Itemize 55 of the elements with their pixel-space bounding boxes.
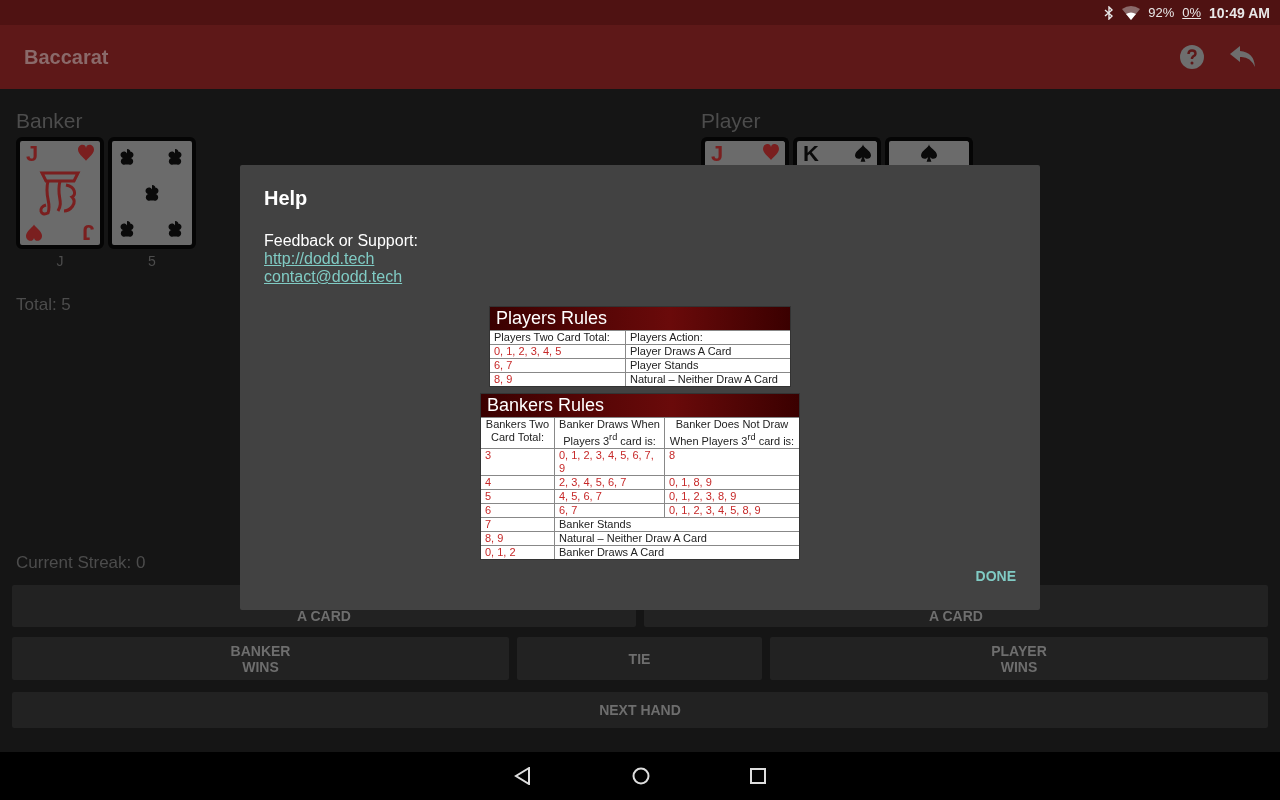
home-icon[interactable] — [632, 767, 650, 785]
table-header-cell: Banker Does Not Draw When Players 3$^{rd}$ card is: — [664, 418, 799, 448]
table-header-cell-text: Players Two Card Total: — [493, 331, 611, 344]
table-header-cell: Banker Draws When Players 3$^{rd}$ card is: — [554, 418, 664, 448]
card-rank: J — [81, 221, 94, 243]
app-title: Baccarat — [24, 45, 110, 69]
wifi-icon — [1122, 5, 1141, 20]
table-cell-text: 0, 1, 2, 3, 4, 5 — [493, 345, 563, 358]
table-cell: Banker Draws A Card — [554, 545, 799, 559]
table-cell-text: 3 — [484, 448, 493, 463]
table-cell: 0, 1, 2, 3, 8, 9 — [664, 489, 799, 503]
table-cell-text: 6 — [484, 503, 493, 517]
table-cell-text: 4 — [484, 475, 493, 489]
table-cell-text: 7 — [484, 517, 493, 531]
table-cell: 8 — [664, 448, 799, 475]
battery-percent: 92% — [1148, 5, 1175, 20]
back-icon[interactable] — [514, 767, 532, 785]
table-header-cell-text: Bankers Two Card Total: — [484, 418, 551, 445]
table-cell-text: 5 — [484, 489, 493, 503]
table-cell: Natural – Neither Draw A Card — [554, 531, 799, 545]
table-header-cell: Players Action: — [625, 331, 790, 344]
table-cell: 0, 1, 8, 9 — [664, 475, 799, 489]
card-rank: J — [26, 143, 39, 165]
contact-link[interactable]: contact@dodd.tech — [264, 268, 403, 286]
bluetooth-icon — [1104, 5, 1115, 20]
data-usage: 0% — [1182, 5, 1202, 20]
table-cell: 0, 1, 2, 3, 4, 5, 6, 7, 9 — [554, 448, 664, 475]
table-cell: 0, 1, 2, 3, 4, 5, 8, 9 — [664, 503, 799, 517]
contact-link[interactable]: http://dodd.tech — [264, 250, 375, 268]
result-button[interactable]: BANKER WINS — [12, 637, 509, 680]
next-hand-button[interactable]: NEXT HAND — [12, 692, 1268, 728]
table-cell-text: 8, 9 — [484, 531, 505, 545]
result-button[interactable]: PLAYER WINS — [770, 637, 1268, 680]
table-cell-text: 0, 1, 2 — [484, 545, 517, 559]
table-cell: 2, 3, 4, 5, 6, 7 — [554, 475, 664, 489]
result-button[interactable]: TIE — [517, 637, 762, 680]
table-cell: 6, 7 — [554, 503, 664, 517]
reply-icon[interactable] — [1230, 46, 1256, 68]
table-cell: 4, 5, 6, 7 — [554, 489, 664, 503]
help-icon[interactable] — [1180, 45, 1204, 69]
table-cell: Player Stands — [625, 359, 790, 372]
table-cell: Banker Stands — [554, 517, 799, 531]
table-title: Bankers Rules — [481, 394, 799, 417]
done-button[interactable]: DONE — [975, 568, 1016, 584]
clock: 10:49 AM — [1209, 4, 1270, 21]
table-cell-text: 8, 9 — [493, 373, 514, 386]
table-cell-text: 6, 7 — [493, 359, 514, 372]
recents-icon[interactable] — [750, 768, 766, 784]
table-title: Players Rules — [490, 307, 790, 330]
table-cell: Player Draws A Card — [625, 345, 790, 358]
feedback-text: Feedback or Support: — [264, 232, 419, 250]
card-rank: J — [711, 143, 724, 165]
table-cell: Natural – Neither Draw A Card — [625, 373, 790, 386]
dialog-title: Help — [264, 187, 309, 210]
card-rank: K — [803, 143, 819, 165]
